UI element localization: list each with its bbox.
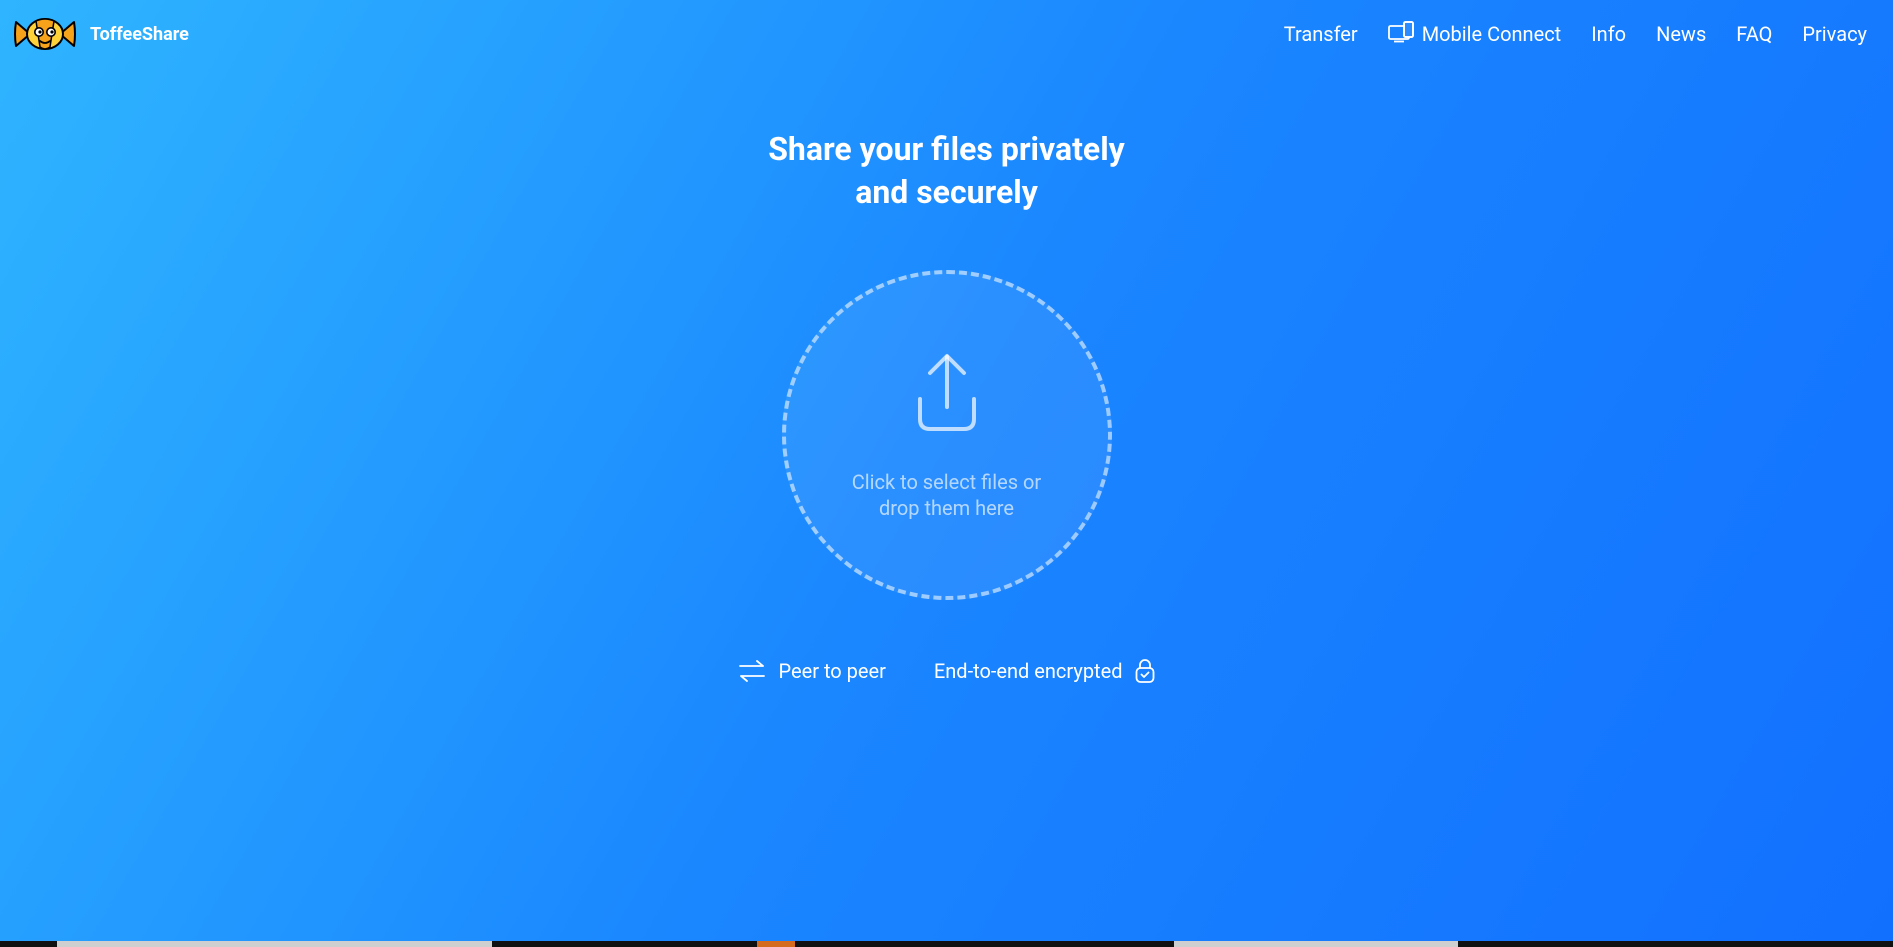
nav-privacy[interactable]: Privacy: [1802, 22, 1867, 46]
brand-name: ToffeeShare: [90, 24, 189, 45]
dropzone-text: Click to select files or drop them here: [852, 469, 1042, 521]
feature-e2e-encrypted: End-to-end encrypted: [934, 658, 1157, 684]
nav-mobile-connect-label: Mobile Connect: [1422, 22, 1562, 46]
feature-p2p-label: Peer to peer: [779, 659, 886, 683]
taskbar-segment: [492, 941, 757, 947]
hero: Share your files privately and securely …: [0, 128, 1893, 684]
nav-mobile-connect[interactable]: Mobile Connect: [1388, 21, 1562, 48]
hero-title: Share your files privately and securely: [768, 128, 1125, 214]
file-dropzone[interactable]: Click to select files or drop them here: [782, 270, 1112, 600]
upload-icon: [902, 349, 992, 439]
taskbar-segment: [1458, 941, 1893, 947]
taskbar-segment: [57, 941, 492, 947]
taskbar-segment: [795, 941, 1174, 947]
taskbar-segment: [757, 941, 795, 947]
os-taskbar: [0, 941, 1893, 947]
feature-e2e-label: End-to-end encrypted: [934, 659, 1123, 683]
nav-transfer[interactable]: Transfer: [1284, 22, 1358, 46]
nav-news[interactable]: News: [1656, 22, 1706, 46]
feature-peer-to-peer: Peer to peer: [737, 658, 886, 684]
feature-badges: Peer to peer End-to-end encrypted: [737, 658, 1157, 684]
taskbar-segment: [0, 941, 57, 947]
nav-info[interactable]: Info: [1591, 22, 1626, 46]
brand-link[interactable]: ToffeeShare: [14, 14, 189, 54]
mobile-connect-icon: [1388, 21, 1414, 48]
candy-logo-icon: [14, 14, 76, 54]
nav-faq[interactable]: FAQ: [1736, 22, 1772, 46]
lock-icon: [1134, 658, 1156, 684]
hero-title-line1: Share your files privately: [768, 130, 1125, 168]
arrows-exchange-icon: [737, 658, 767, 684]
taskbar-segment: [1174, 941, 1458, 947]
header: ToffeeShare Transfer Mobile Connect Info…: [0, 0, 1893, 68]
main-nav: Transfer Mobile Connect Info News FAQ Pr…: [1284, 21, 1867, 48]
hero-title-line2: and securely: [855, 173, 1038, 211]
